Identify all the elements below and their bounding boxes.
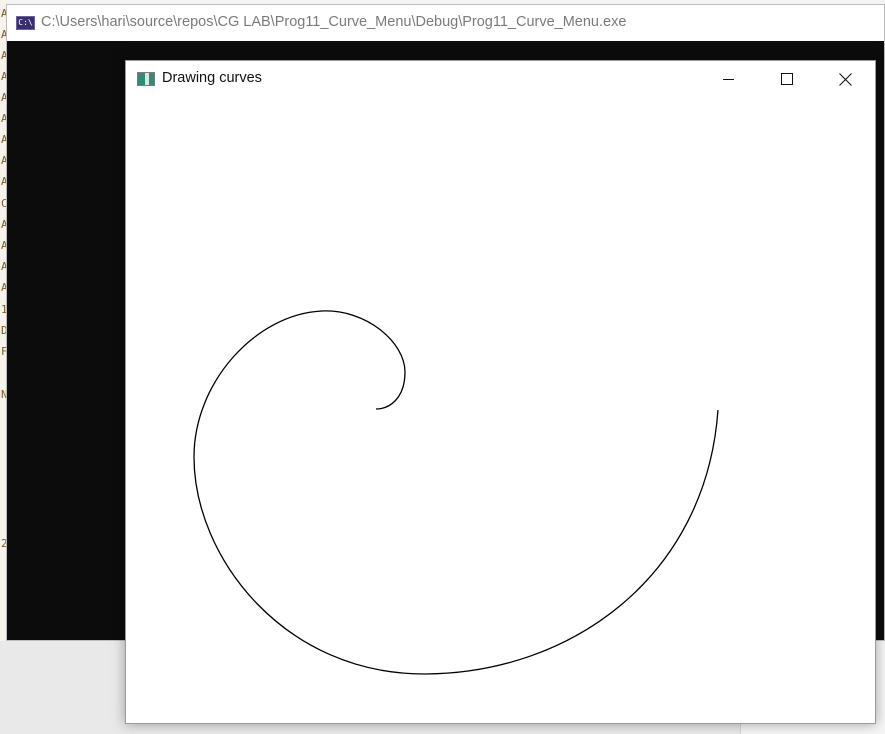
window-title: Drawing curves [162,70,262,86]
graphics-app-icon [137,72,155,86]
desktop: A A A A A A A A A C A A A A 1 D F N 2 C:… [0,0,885,734]
drawing-canvas[interactable] [126,97,875,723]
canvas-surface [193,310,719,675]
minimize-icon [723,79,734,80]
close-icon [838,72,852,86]
console-window-title: C:\Users\hari\source\repos\CG LAB\Prog11… [41,14,627,30]
console-titlebar[interactable]: C:\ C:\Users\hari\source\repos\CG LAB\Pr… [7,5,884,41]
minimize-button[interactable] [700,61,758,97]
spiral-curve [193,310,719,675]
maximize-icon [780,72,793,85]
drawing-curves-window[interactable]: Drawing curves [125,60,876,724]
window-titlebar[interactable]: Drawing curves [126,61,875,97]
console-app-icon: C:\ [16,16,35,30]
close-button[interactable] [816,61,874,97]
maximize-button[interactable] [758,61,816,97]
